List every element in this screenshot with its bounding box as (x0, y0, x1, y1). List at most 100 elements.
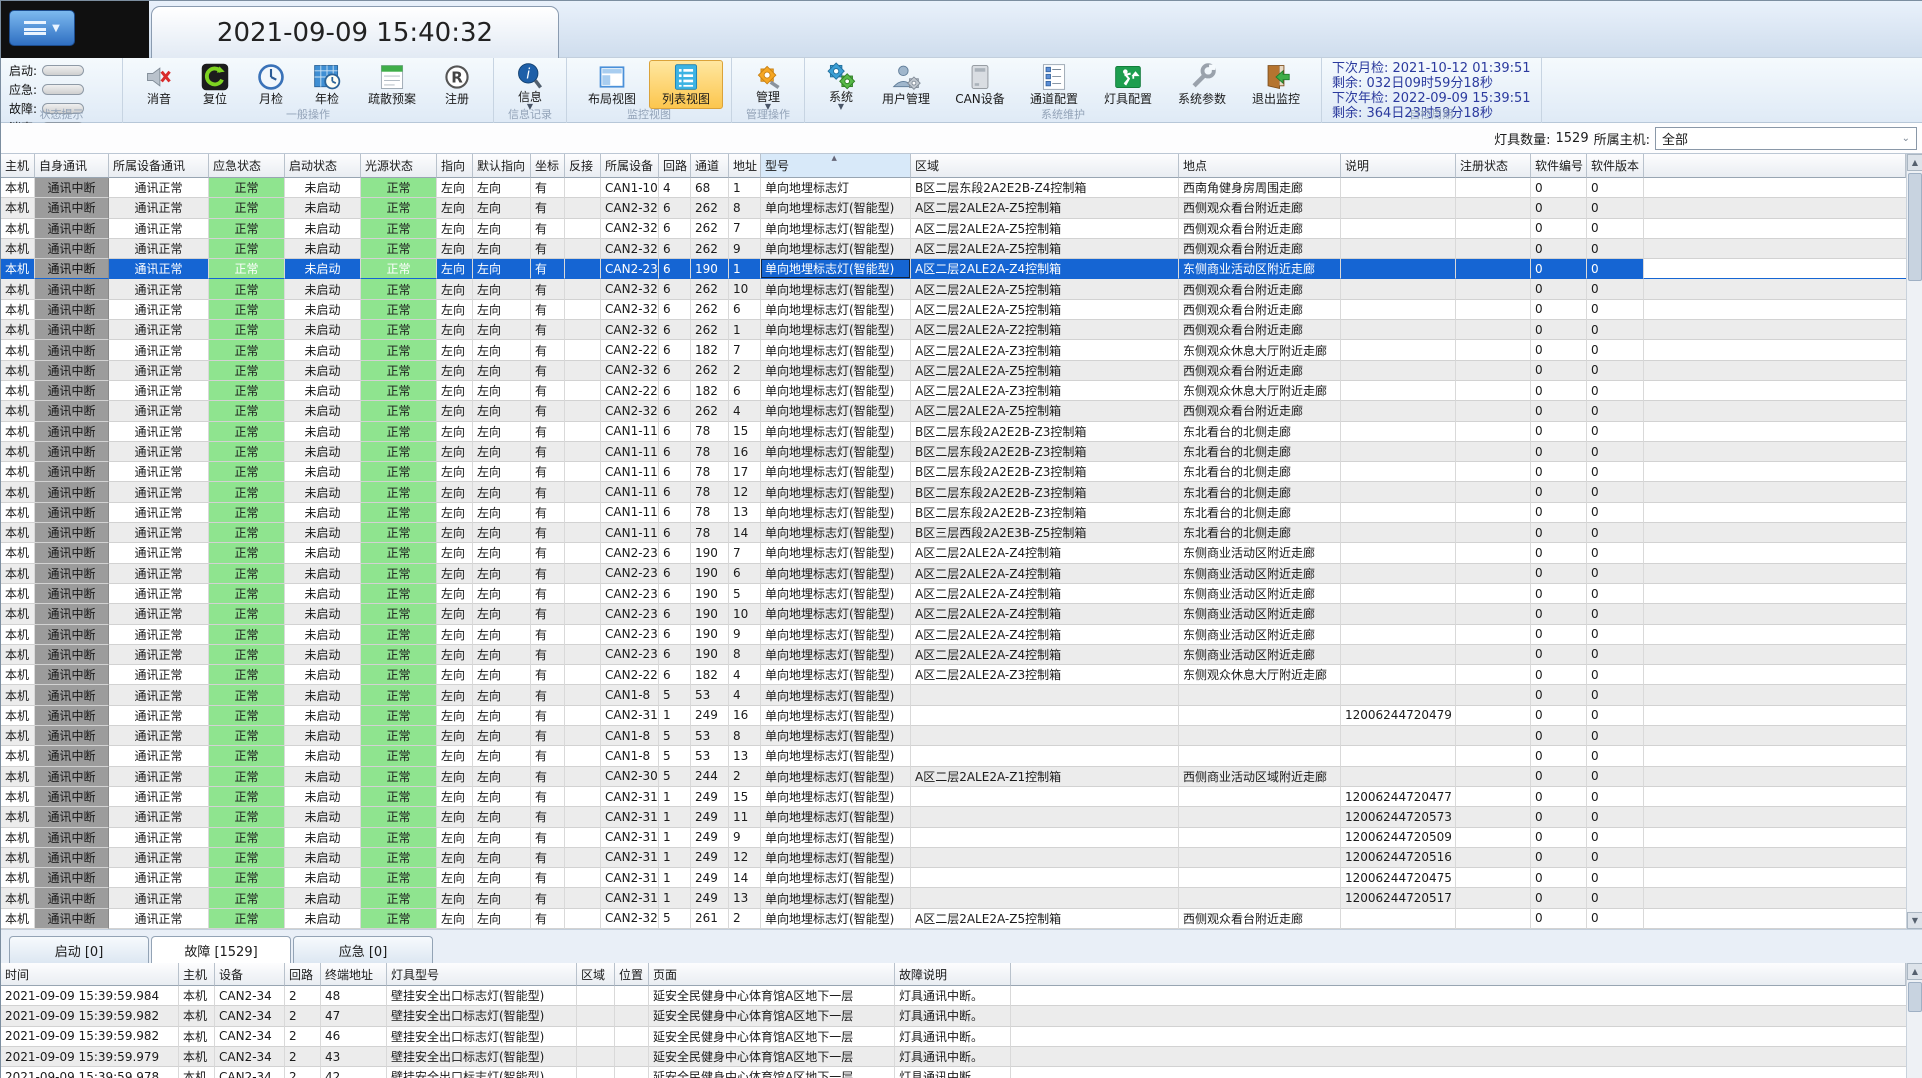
table-cell[interactable] (565, 380, 601, 402)
table-cell[interactable]: 通讯中断 (35, 218, 109, 239)
table-cell[interactable]: 西侧观众看台附近走廊 (1179, 320, 1341, 341)
table-cell[interactable]: 本机 (1, 482, 35, 503)
table-cell[interactable] (565, 644, 601, 666)
table-cell[interactable]: A区二层2ALE2A-Z3控制箱 (911, 340, 1179, 361)
table-cell[interactable] (565, 218, 601, 239)
column-header[interactable]: 指向 (437, 154, 473, 178)
table-cell[interactable] (565, 827, 601, 848)
table-cell[interactable]: 6 (659, 644, 691, 666)
table-cell[interactable]: 本机 (179, 1046, 215, 1068)
table-cell[interactable]: 正常 (209, 198, 285, 219)
table-cell[interactable]: A区二层2ALE2A-Z5控制箱 (911, 401, 1179, 422)
table-cell[interactable]: 0 (1531, 726, 1587, 747)
table-cell[interactable]: 壁挂安全出口标志灯(智能型) (387, 1006, 577, 1027)
table-cell[interactable]: 正常 (361, 198, 437, 219)
table-cell[interactable]: 左向 (473, 888, 531, 909)
table-cell[interactable] (1644, 381, 1906, 402)
table-cell[interactable]: 单向地埋标志灯(智能型) (761, 685, 911, 706)
table-cell[interactable]: 东北看台的北侧走廊 (1179, 502, 1341, 524)
table-cell[interactable]: 壁挂安全出口标志灯(智能型) (387, 986, 577, 1007)
table-cell[interactable]: CAN1-11 (601, 421, 659, 442)
table-cell[interactable] (1644, 888, 1906, 909)
table-cell[interactable]: 未启动 (285, 502, 361, 524)
table-cell[interactable]: 2 (285, 1067, 321, 1078)
table-cell[interactable]: CAN1-11 (601, 502, 659, 524)
table-cell[interactable] (565, 786, 601, 808)
table-cell[interactable]: 正常 (361, 462, 437, 483)
fault-row[interactable]: 2021-09-09 15:39:59.984 本机 CAN2-34 2 48 壁挂安全出… (1, 986, 1906, 1007)
table-cell[interactable]: 东侧商业活动区附近走廊 (1179, 644, 1341, 666)
table-cell[interactable]: 0 (1587, 685, 1644, 706)
column-header[interactable]: 页面 (649, 963, 895, 986)
column-header[interactable]: 应急状态 (209, 154, 285, 178)
table-cell[interactable]: 0 (1587, 726, 1644, 747)
table-cell[interactable]: 左向 (473, 766, 531, 787)
table-cell[interactable] (1456, 726, 1531, 747)
table-cell[interactable]: 通讯中断 (35, 380, 109, 402)
table-cell[interactable]: 通讯正常 (109, 299, 209, 321)
table-cell[interactable]: 0 (1531, 807, 1587, 828)
column-header[interactable]: 主机 (1, 154, 35, 178)
table-cell[interactable]: 通讯中断 (35, 563, 109, 584)
table-cell[interactable]: CAN2-34 (215, 1026, 285, 1047)
table-cell[interactable]: 0 (1587, 868, 1644, 889)
table-cell[interactable]: 未启动 (285, 827, 361, 848)
table-cell[interactable] (1644, 604, 1906, 625)
table-cell[interactable]: 单向地埋标志灯(智能型) (761, 786, 911, 808)
table-cell[interactable]: CAN1-11 (601, 441, 659, 463)
table-cell[interactable]: 左向 (437, 847, 473, 869)
table-cell[interactable]: 未启动 (285, 685, 361, 706)
table-cell[interactable] (1341, 462, 1456, 483)
table-cell[interactable] (565, 502, 601, 524)
table-cell[interactable]: 2 (285, 986, 321, 1007)
table-cell[interactable]: 0 (1587, 563, 1644, 584)
table-cell[interactable]: 正常 (361, 705, 437, 727)
table-cell[interactable]: 7 (729, 543, 761, 564)
table-cell[interactable]: 46 (321, 1026, 387, 1047)
table-cell[interactable] (1644, 625, 1906, 645)
table-cell[interactable]: 东侧观众休息大厅附近走廊 (1179, 340, 1341, 361)
table-cell[interactable]: 0 (1587, 827, 1644, 848)
column-header[interactable]: 自身通讯 (35, 154, 109, 178)
table-cell[interactable]: 15 (729, 421, 761, 442)
table-cell[interactable]: 12006244720475 (1341, 868, 1456, 889)
table-cell[interactable] (1179, 746, 1341, 767)
table-cell[interactable]: 42 (321, 1067, 387, 1078)
table-cell[interactable]: A区二层2ALE2A-Z4控制箱 (911, 563, 1179, 584)
table-cell[interactable]: 左向 (473, 583, 531, 605)
table-cell[interactable]: 本机 (1, 746, 35, 767)
table-cell[interactable] (1456, 320, 1531, 341)
table-cell[interactable]: 5 (659, 908, 691, 929)
table-cell[interactable]: 有 (531, 766, 565, 787)
table-cell[interactable]: 通讯正常 (109, 827, 209, 848)
table-cell[interactable]: 未启动 (285, 320, 361, 341)
table-row[interactable]: 本机 通讯中断 通讯正常 正常 未启动 正常 左向 左向有 CAN2-32 6 262 9 单向地埋标志… (1, 238, 1906, 260)
table-cell[interactable]: 东北看台的北侧走廊 (1179, 421, 1341, 442)
table-cell[interactable]: 通讯正常 (109, 786, 209, 808)
table-cell[interactable]: 0 (1531, 259, 1587, 280)
table-cell[interactable]: 53 (691, 685, 729, 706)
host-select[interactable]: 全部 ⌄ (1655, 126, 1917, 150)
table-cell[interactable]: 0 (1531, 462, 1587, 483)
table-cell[interactable] (615, 1026, 649, 1047)
table-cell[interactable] (911, 685, 1179, 706)
table-cell[interactable] (1341, 218, 1456, 239)
table-cell[interactable] (565, 726, 601, 747)
table-cell[interactable]: 本机 (1, 868, 35, 889)
table-cell[interactable]: 左向 (437, 705, 473, 727)
table-cell[interactable]: 有 (531, 888, 565, 909)
table-cell[interactable]: 单向地埋标志灯(智能型) (761, 868, 911, 889)
table-cell[interactable] (1011, 1067, 1906, 1078)
table-cell[interactable]: 78 (691, 523, 729, 544)
table-cell[interactable]: 2021-09-09 15:39:59.979 (1, 1046, 179, 1068)
table-cell[interactable]: 延安全民健身中心体育馆A区地下一层 (649, 1046, 895, 1068)
table-row[interactable]: 本机 通讯中断 通讯正常 正常 未启动 正常 左向 左向有 CAN1-11 6 78 12 单向地埋标志… (1, 482, 1906, 503)
table-cell[interactable]: CAN2-34 (215, 1006, 285, 1027)
table-cell[interactable] (911, 705, 1179, 727)
table-cell[interactable]: 通讯中断 (35, 441, 109, 463)
table-cell[interactable]: 正常 (209, 563, 285, 584)
table-cell[interactable]: 正常 (361, 888, 437, 909)
table-row[interactable]: 本机 通讯中断 通讯正常 正常 未启动 正常 左向 左向有 CAN1-8 5 53 8 单向地埋标志灯(… (1, 726, 1906, 747)
table-cell[interactable]: 本机 (1, 320, 35, 341)
table-cell[interactable]: 0 (1531, 624, 1587, 645)
